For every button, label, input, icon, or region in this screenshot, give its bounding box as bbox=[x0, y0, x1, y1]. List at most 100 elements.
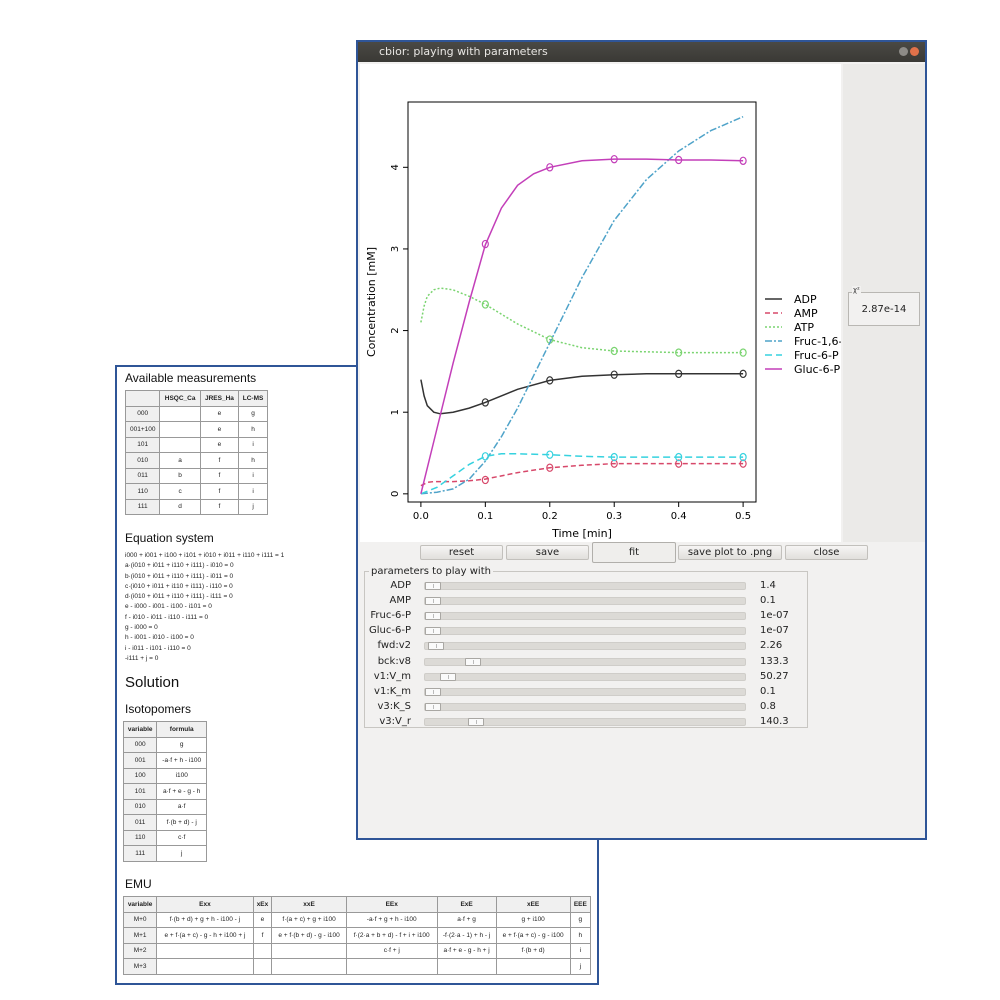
param-row: Gluc-6-P 1e-07 bbox=[365, 624, 809, 639]
measurement-cell: 110 bbox=[124, 483, 161, 500]
slider-handle[interactable] bbox=[425, 582, 441, 590]
measurement-row: 111 d f j bbox=[124, 498, 268, 515]
emu-cell bbox=[252, 958, 273, 975]
series-line bbox=[420, 453, 744, 495]
measurement-cell: e bbox=[199, 436, 240, 453]
y-axis-label: Concentration [mM] bbox=[365, 247, 378, 357]
param-value: 0.1 bbox=[760, 685, 776, 697]
param-label: AMP bbox=[389, 595, 412, 607]
equation-line: h - i001 - i010 - i100 = 0 bbox=[125, 634, 194, 642]
data-point bbox=[481, 300, 489, 309]
save-button[interactable]: save bbox=[506, 545, 589, 560]
measurement-cell: f bbox=[199, 452, 240, 469]
measurement-cell: e bbox=[199, 405, 240, 422]
param-row: AMP 0.1 bbox=[365, 594, 809, 609]
isotopomer-cell: 001 bbox=[122, 752, 158, 769]
isotopomer-cell: 110 bbox=[122, 829, 158, 846]
measurement-cell: j bbox=[238, 498, 268, 515]
measurement-cell: 101 bbox=[124, 436, 161, 453]
series-line bbox=[420, 373, 744, 415]
save-plot-png-button[interactable]: save plot to .png bbox=[678, 545, 782, 560]
measurement-row: 001+100 e h bbox=[124, 421, 268, 438]
measurement-row: 011 b f i bbox=[124, 467, 268, 484]
measurement-cell: c bbox=[159, 483, 201, 500]
emu-cell bbox=[252, 942, 273, 959]
slider-handle[interactable] bbox=[425, 702, 441, 711]
isotopomer-cell: 100 bbox=[122, 767, 158, 784]
emu-header-cell: variable bbox=[122, 896, 158, 913]
minimize-icon[interactable] bbox=[899, 47, 908, 56]
fit-button[interactable]: fit bbox=[592, 542, 676, 563]
emu-header-cell: ExE bbox=[436, 896, 497, 913]
emu-cell: M+1 bbox=[122, 927, 158, 944]
param-slider[interactable] bbox=[424, 612, 746, 621]
param-slider[interactable] bbox=[424, 642, 746, 651]
param-row: v1:K_m 0.1 bbox=[365, 685, 809, 700]
param-row: fwd:v2 2.26 bbox=[365, 639, 809, 654]
emu-cell: g bbox=[569, 911, 592, 928]
param-label: Gluc-6-P bbox=[369, 625, 411, 637]
x-tick-label: 0.4 bbox=[671, 511, 687, 522]
measurement-header-cell bbox=[124, 390, 161, 407]
slider-handle[interactable] bbox=[465, 657, 481, 666]
isotopomer-row: 010 a·f bbox=[122, 798, 207, 815]
emu-heading: EMU bbox=[125, 877, 152, 891]
measurement-cell: 000 bbox=[124, 405, 161, 422]
emu-header-cell: Exx bbox=[156, 896, 254, 913]
slider-handle[interactable] bbox=[440, 672, 456, 681]
param-value: 1e-07 bbox=[760, 625, 789, 637]
parameters-group: parameters to play with ADP 1.4 AMP 0.1 Fruc… bbox=[364, 566, 809, 728]
parameters-legend: parameters to play with bbox=[369, 566, 493, 577]
slider-handle[interactable] bbox=[428, 642, 444, 651]
emu-cell: e + f·(b + d) - g - i100 bbox=[271, 927, 347, 944]
slider-handle[interactable] bbox=[425, 597, 441, 606]
emu-cell: f·(b + d) bbox=[495, 942, 571, 959]
isotopomer-row: 000 g bbox=[122, 736, 207, 753]
close-window-icon[interactable] bbox=[910, 47, 919, 56]
solution-heading: Solution bbox=[125, 674, 180, 691]
param-row: ADP 1.4 bbox=[365, 579, 809, 594]
param-slider[interactable] bbox=[424, 717, 746, 726]
isotopomer-cell: 111 bbox=[122, 845, 158, 862]
chi-square-label: χ² bbox=[852, 286, 861, 294]
slider-handle[interactable] bbox=[468, 717, 484, 726]
emu-cell: M+0 bbox=[122, 911, 158, 928]
title-bar[interactable]: cbior: playing with parameters bbox=[358, 42, 925, 62]
emu-header-cell: xEE bbox=[495, 896, 571, 913]
equation-line: -i111 + j = 0 bbox=[125, 654, 159, 662]
slider-handle[interactable] bbox=[425, 687, 441, 696]
param-slider[interactable] bbox=[424, 702, 746, 711]
emu-cell: f bbox=[252, 927, 273, 944]
param-slider[interactable] bbox=[424, 582, 746, 590]
param-slider[interactable] bbox=[424, 687, 746, 696]
param-label: bck:v8 bbox=[377, 655, 411, 667]
param-value: 140.3 bbox=[760, 715, 789, 727]
close-button[interactable]: close bbox=[785, 545, 868, 560]
param-slider[interactable] bbox=[424, 672, 746, 681]
y-tick-label: 2 bbox=[390, 327, 401, 333]
slider-handle[interactable] bbox=[425, 627, 441, 636]
emu-table: variable Exx xEx xxE EEx ExE xEE EEE M+0 f·(b + … bbox=[122, 896, 592, 975]
chi-square-value: 2.87e-14 bbox=[861, 304, 907, 315]
param-slider[interactable] bbox=[424, 657, 746, 666]
isotopomer-header-cell: formula bbox=[156, 721, 207, 738]
reset-button[interactable]: reset bbox=[420, 545, 503, 560]
x-axis-label: Time [min] bbox=[551, 527, 612, 540]
param-row: bck:v8 133.3 bbox=[365, 655, 809, 670]
measurement-cell bbox=[159, 405, 201, 422]
measurement-header-cell: JRES_Ha bbox=[199, 390, 240, 407]
measurement-row: 101 e i bbox=[124, 436, 268, 453]
param-value: 1.4 bbox=[760, 580, 776, 591]
isotopomer-row: 011 f·(b + d) - j bbox=[122, 814, 207, 831]
series-line bbox=[420, 462, 744, 487]
emu-cell: g + i100 bbox=[495, 911, 571, 928]
emu-cell: e bbox=[252, 911, 273, 928]
slider-handle[interactable] bbox=[425, 612, 441, 621]
isotopomer-cell: -a·f + h - i100 bbox=[156, 752, 207, 769]
isotopomer-row: 110 c·f bbox=[122, 829, 207, 846]
param-row: v1:V_m 50.27 bbox=[365, 670, 809, 685]
equation-line: b·(i010 + i011 + i110 + i111) - i011 = 0 bbox=[125, 572, 234, 580]
param-slider[interactable] bbox=[424, 597, 746, 606]
param-slider[interactable] bbox=[424, 627, 746, 636]
emu-cell: a·f + g bbox=[436, 911, 497, 928]
